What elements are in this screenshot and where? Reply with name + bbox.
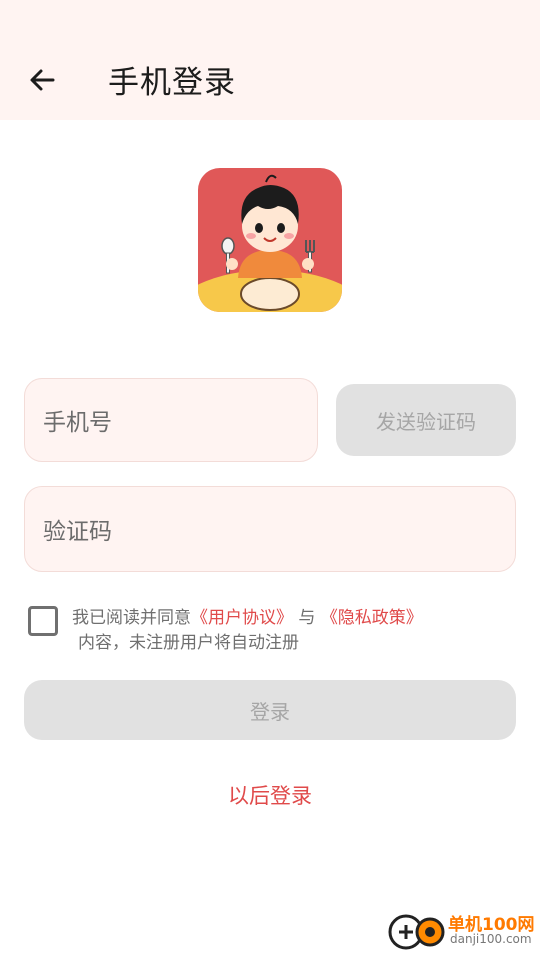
login-later-link[interactable]: 以后登录 xyxy=(0,780,540,810)
back-button[interactable] xyxy=(22,60,62,100)
agreement-text: 我已阅读并同意《用户协议》 与 《隐私政策》 xyxy=(72,603,423,628)
login-button[interactable]: 登录 xyxy=(24,680,516,740)
arrow-left-icon xyxy=(30,69,55,91)
phone-placeholder: 手机号 xyxy=(43,410,112,436)
agreement-prefix: 我已阅读并同意 xyxy=(72,608,191,628)
top-app-bar: 手机登录 xyxy=(0,0,540,120)
verification-code-input[interactable]: 验证码 xyxy=(24,486,516,572)
page-title: 手机登录 xyxy=(108,65,236,101)
watermark-domain: danji100.com xyxy=(450,932,532,946)
agreement-and: 与 xyxy=(298,608,316,628)
app-logo xyxy=(198,168,342,312)
privacy-policy-link[interactable]: 《隐私政策》 xyxy=(321,608,423,628)
phone-input[interactable]: 手机号 xyxy=(24,378,318,462)
site-watermark: 单机100网 danji100.com xyxy=(384,908,535,956)
user-agreement-link[interactable]: 《用户协议》 xyxy=(191,608,293,628)
agreement-suffix: 内容，未注册用户将自动注册 xyxy=(78,633,299,653)
watermark-logo-icon xyxy=(388,914,445,950)
code-placeholder: 验证码 xyxy=(43,519,112,545)
send-code-button[interactable]: 发送验证码 xyxy=(336,384,516,456)
agreement-checkbox[interactable] xyxy=(28,606,58,636)
